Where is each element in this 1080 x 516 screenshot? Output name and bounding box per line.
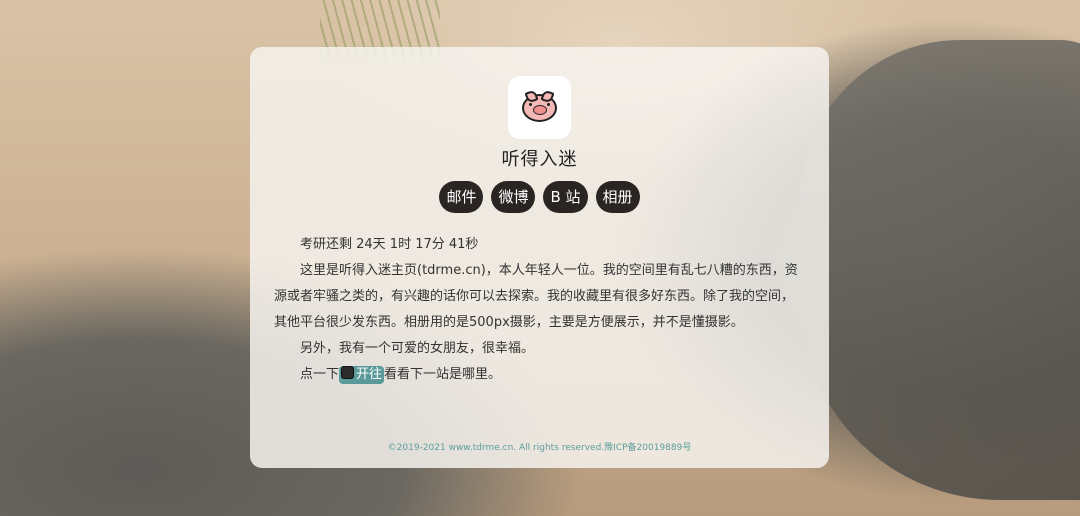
weibo-link[interactable]: 微博 [491, 181, 536, 213]
girlfriend-paragraph: 另外，我有一个可爱的女朋友，很幸福。 [300, 341, 535, 356]
exam-countdown: 考研还剩 24天 1时 17分 41秒 [300, 237, 479, 252]
email-link[interactable]: 邮件 [439, 181, 484, 213]
intro-content: 考研还剩 24天 1时 17分 41秒 这里是听得入迷主页(tdrme.cn)，… [274, 232, 805, 388]
avatar [508, 76, 571, 139]
intro-paragraph: 这里是听得入迷主页(tdrme.cn)，本人年轻人一位。我的空间里有乱七八糟的东… [274, 263, 798, 330]
bilibili-link[interactable]: B 站 [543, 181, 588, 213]
profile-card: 听得入迷 邮件 微博 B 站 相册 考研还剩 24天 1时 17分 41秒 这里… [250, 47, 829, 468]
travel-button-label: 开往 [356, 367, 383, 382]
travel-button[interactable]: 开往 [339, 366, 385, 384]
background-image [800, 40, 1080, 500]
social-links: 邮件 微博 B 站 相册 [250, 181, 829, 213]
travel-prefix: 点一下 [300, 367, 340, 382]
travel-paragraph: 点一下 开往 看看下一站是哪里。 [274, 362, 805, 388]
footer-copyright[interactable]: ©2019-2021 www.tdrme.cn. All rights rese… [250, 440, 829, 453]
train-icon [341, 366, 355, 379]
travel-suffix: 看看下一站是哪里。 [384, 367, 502, 382]
album-link[interactable]: 相册 [595, 181, 640, 213]
site-title: 听得入迷 [501, 149, 578, 170]
pig-icon [522, 88, 557, 122]
